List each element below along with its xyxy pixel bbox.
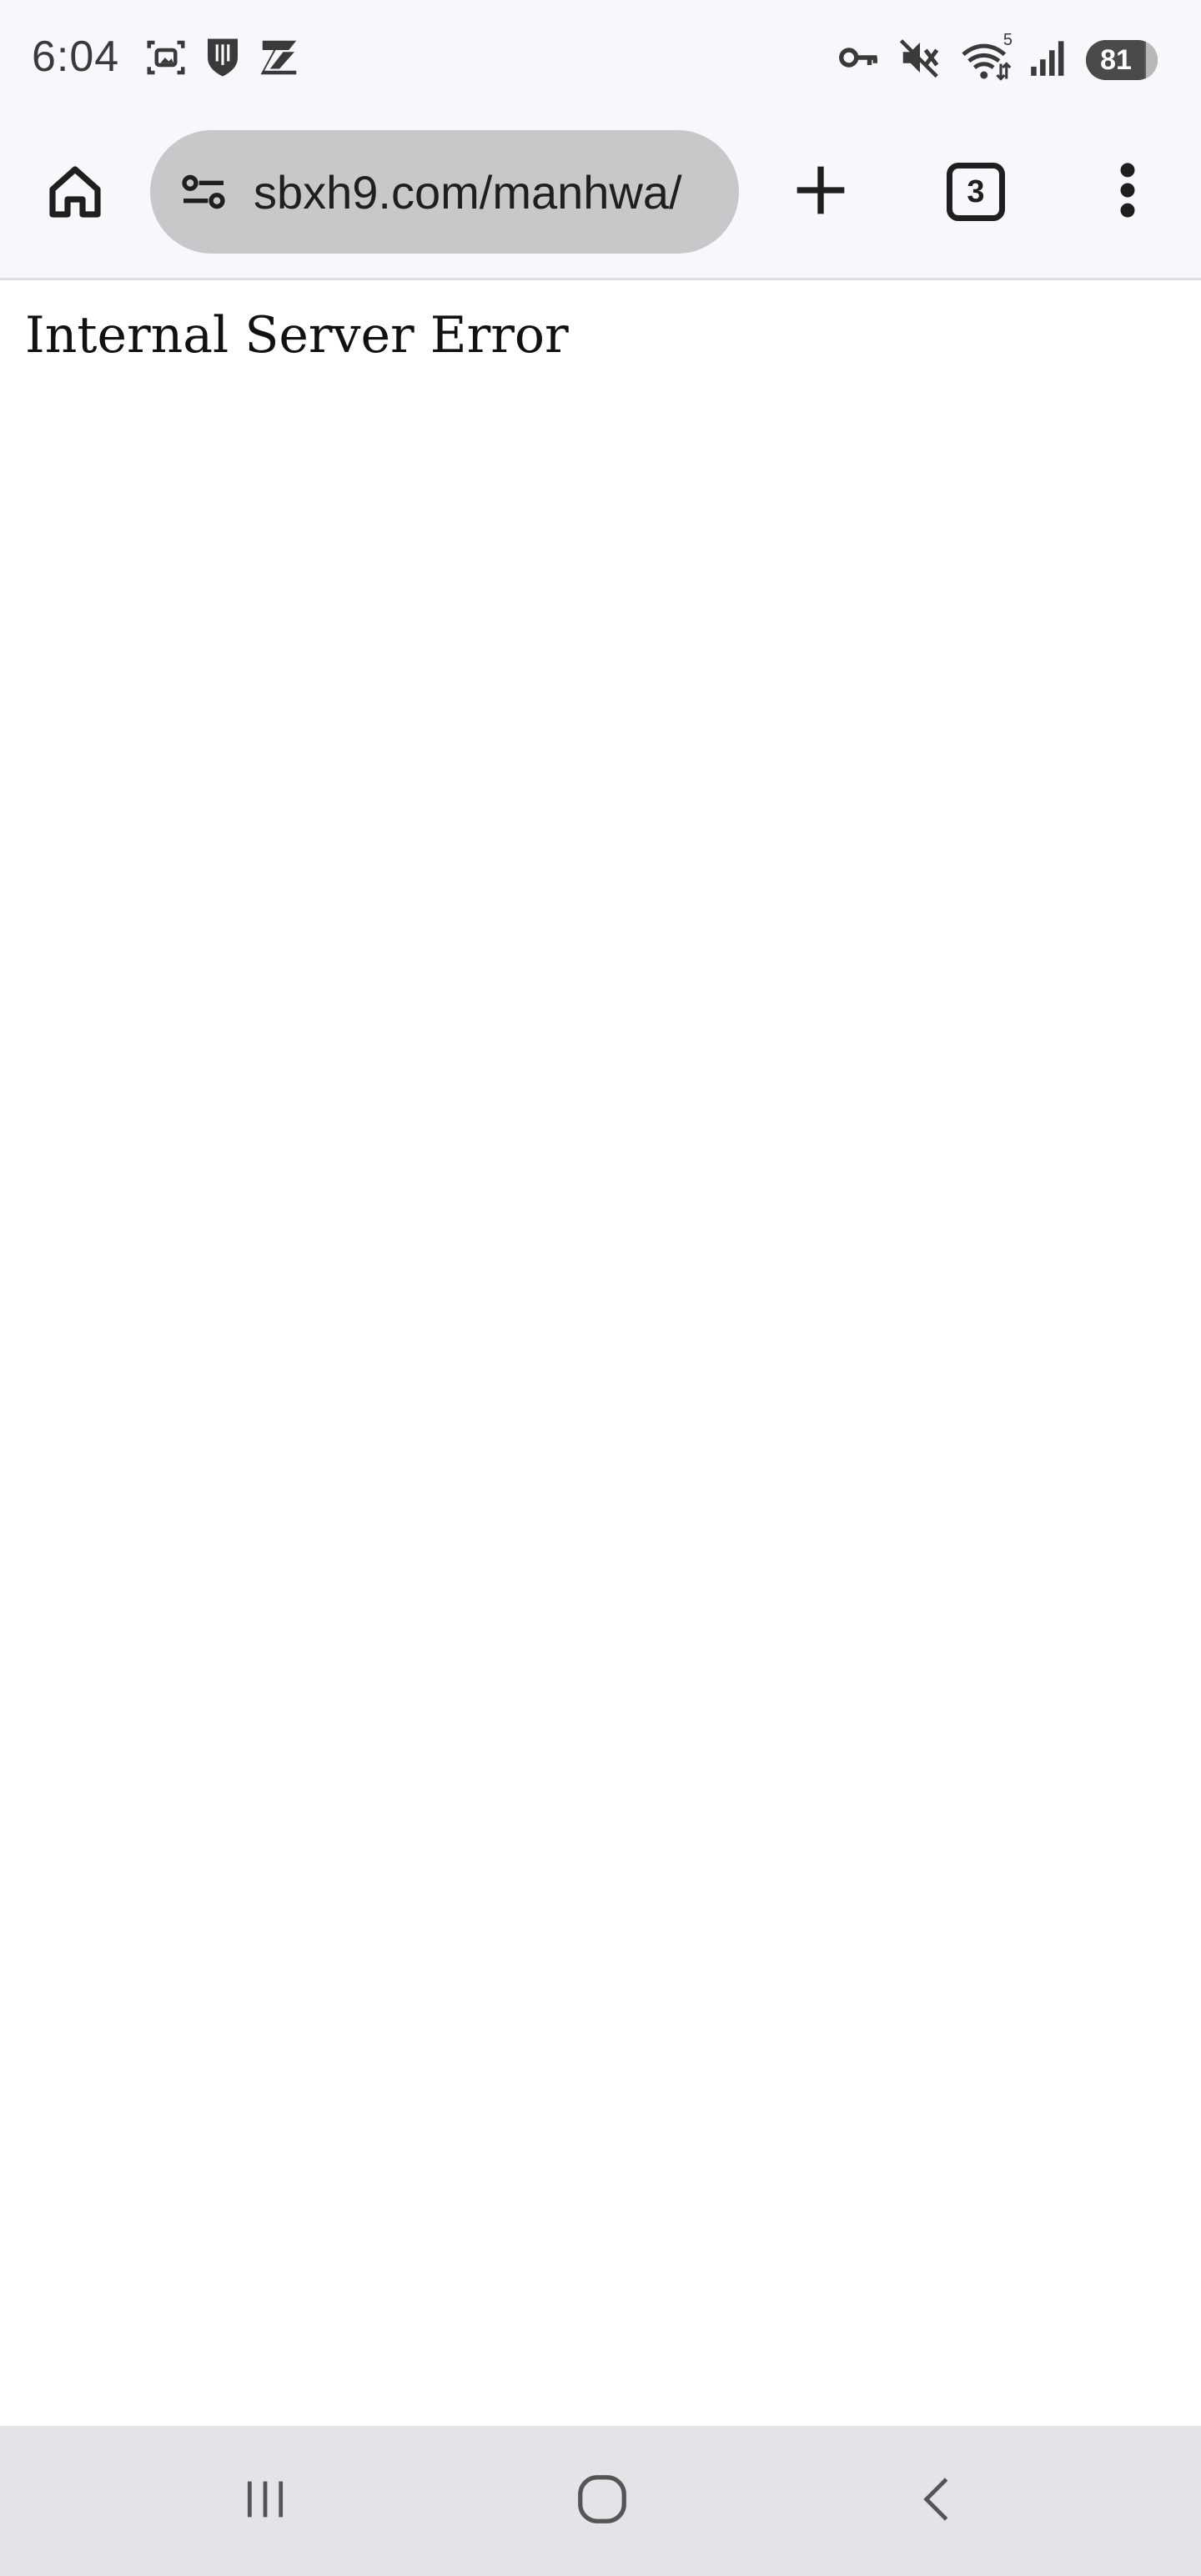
screenshot-icon xyxy=(143,35,188,84)
system-nav-bar xyxy=(0,2426,1201,2576)
signal-icon xyxy=(1029,35,1069,84)
recents-button[interactable] xyxy=(215,2459,315,2543)
home-circle-icon xyxy=(573,2470,631,2533)
more-options-button[interactable] xyxy=(1093,157,1163,227)
tab-switcher-button[interactable]: 3 xyxy=(941,157,1011,227)
battery-icon: 81 xyxy=(1086,39,1158,80)
new-tab-button[interactable] xyxy=(786,157,856,227)
more-vert-icon xyxy=(1118,162,1138,223)
tab-count: 3 xyxy=(967,174,985,209)
vpn-key-icon xyxy=(836,35,881,84)
status-time: 6:04 xyxy=(32,33,120,81)
home-button[interactable] xyxy=(42,160,108,227)
back-icon xyxy=(911,2470,964,2533)
battery-empty xyxy=(1146,39,1158,80)
browser-toolbar: sbxh9.com/manhwa/ 3 xyxy=(0,117,1201,280)
wifi-icon: 5 xyxy=(959,31,1013,83)
page-content: Internal Server Error xyxy=(0,283,1201,2427)
plus-icon xyxy=(792,162,849,223)
home-icon xyxy=(45,162,105,226)
z-app-icon xyxy=(257,35,302,84)
back-button[interactable] xyxy=(887,2459,987,2543)
battery-level: 81 xyxy=(1100,43,1132,76)
status-left-icons xyxy=(143,35,302,84)
shield-icon xyxy=(204,35,242,84)
recents-icon xyxy=(239,2473,292,2530)
wifi-label: 5 xyxy=(1003,30,1013,49)
system-home-button[interactable] xyxy=(552,2459,652,2543)
address-bar[interactable]: sbxh9.com/manhwa/ xyxy=(150,130,739,254)
status-bar: 6:04 5 81 xyxy=(0,0,1201,117)
error-message: Internal Server Error xyxy=(25,306,569,365)
mute-icon xyxy=(897,35,942,84)
site-settings-icon[interactable] xyxy=(177,165,230,219)
tab-switcher-icon: 3 xyxy=(947,163,1005,221)
url-text[interactable]: sbxh9.com/manhwa/ xyxy=(254,165,682,219)
status-right-icons: 5 81 xyxy=(836,31,1158,84)
